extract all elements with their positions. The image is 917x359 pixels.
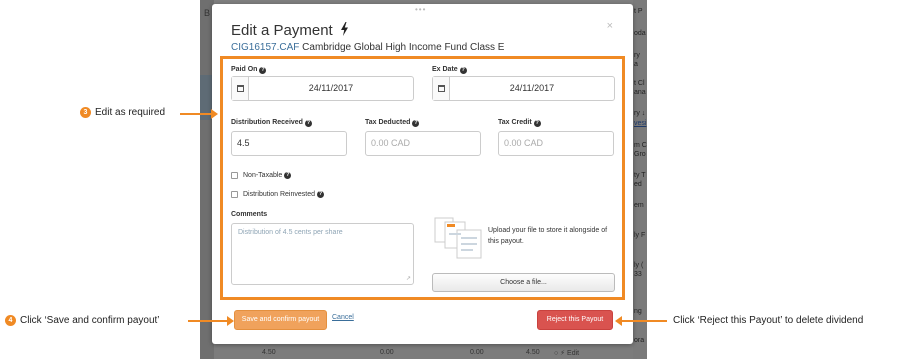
bg-link: vesi [634, 120, 647, 127]
annotation-step-3: 3 Edit as required [80, 107, 165, 118]
bg-text: ly ( [634, 262, 644, 269]
step-number-badge: 3 [80, 107, 91, 118]
calendar-icon[interactable] [232, 77, 249, 100]
help-icon[interactable]: ? [259, 67, 267, 74]
comments-label: Comments [231, 211, 268, 218]
distribution-received-label: Distribution Received? [231, 119, 312, 127]
fund-name: Cambridge Global High Income Fund Class … [302, 42, 505, 53]
ex-date-value[interactable]: 24/11/2017 [450, 77, 614, 100]
bg-text: t Cl [634, 80, 645, 87]
close-button[interactable]: × [607, 20, 613, 32]
bg-text: ng [634, 308, 642, 315]
non-taxable-checkbox[interactable] [231, 172, 238, 179]
annotation-reject-note: Click ‘Reject this Payout’ to delete div… [673, 315, 863, 326]
background-letter: B [204, 8, 211, 18]
annotation-text: Click ‘Save and confirm payout’ [20, 315, 160, 326]
cancel-link[interactable]: Cancel [332, 314, 354, 321]
paid-on-value[interactable]: 24/11/2017 [249, 77, 413, 100]
document-upload-icon [434, 217, 482, 259]
bg-text: ly F [634, 232, 646, 239]
choose-file-button[interactable]: Choose a file... [432, 273, 615, 292]
fund-code: CIG16157.CAF [231, 42, 300, 53]
bg-cell: 0.00 [470, 349, 484, 356]
tax-deducted-input[interactable]: 0.00 CAD [365, 131, 481, 156]
tax-deducted-label-text: Tax Deducted [365, 119, 411, 126]
ex-date-datepicker[interactable]: 24/11/2017 [432, 76, 615, 101]
comments-placeholder: Distribution of 4.5 cents per share [238, 229, 343, 236]
calendar-icon[interactable] [433, 77, 450, 100]
modal-title-text: Edit a Payment [231, 22, 333, 39]
annotation-arrow-left [615, 316, 667, 326]
bg-text: em [634, 202, 644, 209]
fund-subtitle: CIG16157.CAF Cambridge Global High Incom… [231, 42, 504, 53]
tax-credit-label: Tax Credit? [498, 119, 541, 127]
paid-on-label: Paid On? [231, 66, 267, 74]
paid-on-label-text: Paid On [231, 66, 258, 73]
bg-text: ora [634, 337, 645, 344]
annotation-arrow-right [188, 316, 234, 326]
ex-date-label-text: Ex Date [432, 66, 458, 73]
bg-text: Gro [634, 151, 646, 158]
bg-text: ry [634, 52, 640, 59]
help-icon[interactable]: ? [284, 172, 292, 179]
annotation-arrow-right [180, 109, 218, 119]
tax-deducted-label: Tax Deducted? [365, 119, 420, 127]
non-taxable-label[interactable]: Non-Taxable [243, 172, 282, 179]
distribution-received-label-text: Distribution Received [231, 119, 303, 126]
distribution-reinvested-checkbox[interactable] [231, 191, 238, 198]
background-right-panel: t P oda ry a t Cl ana ry ↓ vesi m C Gro … [633, 0, 647, 359]
lightning-bolt-icon [340, 22, 348, 36]
annotation-text: Edit as required [95, 107, 166, 118]
bg-cell: 4.50 [526, 349, 540, 356]
ex-date-label: Ex Date? [432, 66, 467, 74]
distribution-received-input[interactable]: 4.5 [231, 131, 347, 156]
tax-credit-input[interactable]: 0.00 CAD [498, 131, 614, 156]
help-icon[interactable]: ? [533, 120, 541, 127]
annotation-step-4: 4 Click ‘Save and confirm payout’ [5, 315, 160, 326]
drag-handle[interactable]: ••• [415, 5, 426, 14]
distribution-reinvested-label[interactable]: Distribution Reinvested [243, 191, 315, 198]
bg-edit-link: ○ ⚡ Edit [554, 350, 580, 357]
upload-instructions: Upload your file to store it alongside o… [488, 227, 608, 245]
bg-cell: 4.50 [262, 349, 276, 356]
comments-textarea[interactable]: Distribution of 4.5 cents per share ↗ [231, 223, 414, 285]
bg-text: m C [634, 142, 647, 149]
save-and-confirm-button[interactable]: Save and confirm payout [234, 310, 327, 330]
edit-payment-modal: ••• × Edit a Payment CIG16157.CAF Cambri… [212, 4, 633, 344]
bg-text: t P [634, 8, 643, 15]
tax-credit-label-text: Tax Credit [498, 119, 532, 126]
bg-text: ty T [634, 172, 646, 179]
help-icon[interactable]: ? [459, 67, 467, 74]
bg-text: oda [634, 30, 646, 37]
bg-text: a [634, 61, 638, 68]
paid-on-datepicker[interactable]: 24/11/2017 [231, 76, 414, 101]
reject-payout-button[interactable]: Reject this Payout [537, 310, 613, 330]
annotation-text: Click ‘Reject this Payout’ to delete div… [673, 315, 864, 326]
resize-grip-icon[interactable]: ↗ [406, 276, 411, 282]
step-number-badge: 4 [5, 315, 16, 326]
help-icon[interactable]: ? [304, 120, 312, 127]
distribution-reinvested-row[interactable]: Distribution Reinvested? [231, 191, 324, 198]
bg-cell: 0.00 [380, 349, 394, 356]
bg-text: ana [634, 89, 646, 96]
background-table-row: 4.50 0.00 0.00 4.50 ○ ⚡ Edit [214, 344, 633, 359]
bg-text: ry ↓ [634, 110, 646, 117]
help-icon[interactable]: ? [316, 191, 324, 198]
bg-text: ed [634, 181, 642, 188]
non-taxable-row[interactable]: Non-Taxable? [231, 172, 292, 179]
help-icon[interactable]: ? [412, 120, 420, 127]
bg-text: 33 [634, 271, 642, 278]
modal-title: Edit a Payment [231, 22, 349, 39]
